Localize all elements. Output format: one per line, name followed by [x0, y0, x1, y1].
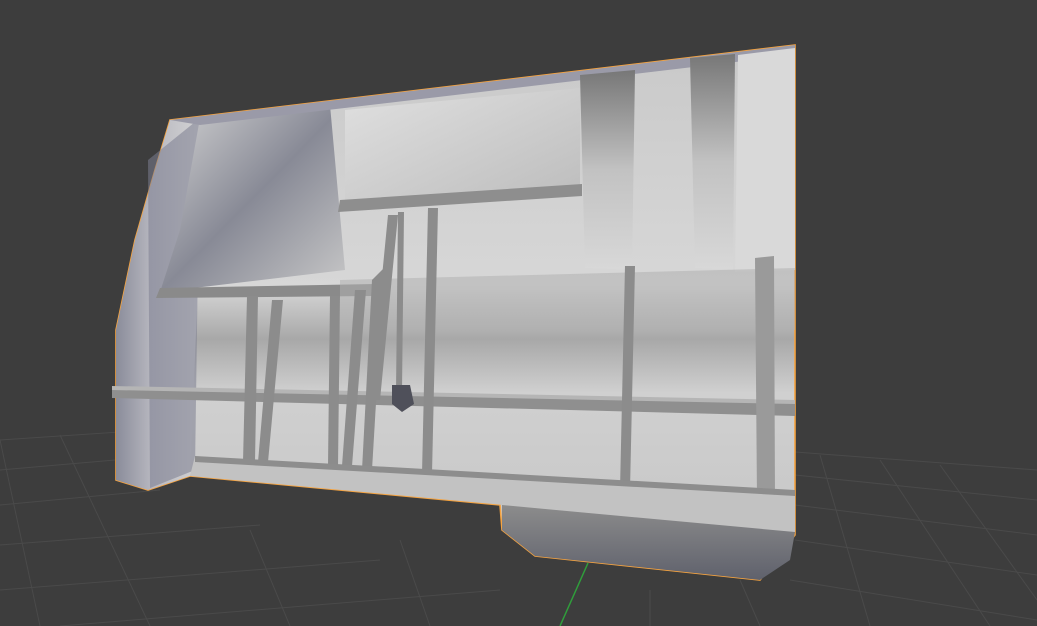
viewport-canvas[interactable]	[0, 0, 1037, 626]
vertical-rod-2	[755, 256, 775, 500]
3d-viewport[interactable]	[0, 0, 1037, 626]
column-1	[580, 70, 635, 270]
column-2	[690, 54, 735, 270]
column-3	[735, 48, 795, 272]
